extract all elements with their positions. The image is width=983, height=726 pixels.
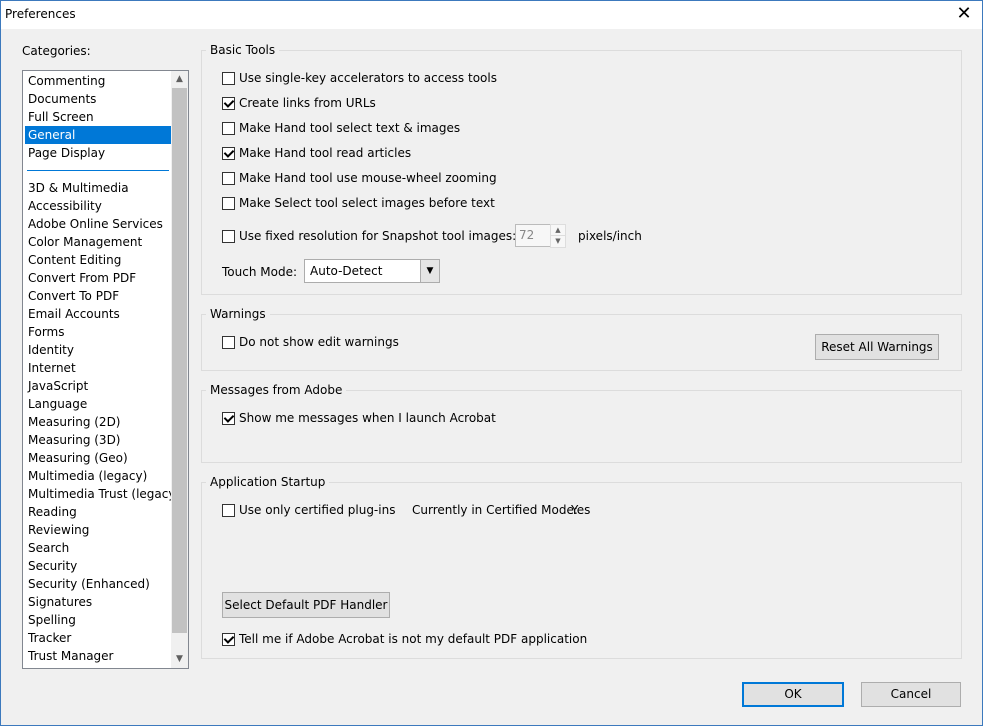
category-item[interactable]: Commenting xyxy=(25,72,171,90)
ok-button[interactable]: OK xyxy=(742,682,844,707)
category-item[interactable]: Internet xyxy=(25,359,171,377)
category-item[interactable]: Multimedia (legacy) xyxy=(25,467,171,485)
category-item[interactable]: Signatures xyxy=(25,593,171,611)
categories-list[interactable]: Commenting Documents Full Screen General Pag… xyxy=(22,70,189,669)
checkbox-label: Make Hand tool use mouse-wheel zooming xyxy=(239,171,497,185)
checkbox-label: Use single-key accelerators to access to… xyxy=(239,71,497,85)
fixed-snapshot-resolution-checkbox[interactable]: Use fixed resolution for Snapshot tool i… xyxy=(222,229,516,243)
category-separator xyxy=(27,170,169,171)
categories-label: Categories: xyxy=(22,44,91,58)
category-item[interactable]: 3D & Multimedia xyxy=(25,179,171,197)
touch-mode-select[interactable]: Auto-Detect ▼ xyxy=(304,259,440,283)
categories-scrollbar[interactable]: ▲ ▼ xyxy=(171,71,188,668)
resolution-unit: pixels/inch xyxy=(578,229,642,243)
messages-group xyxy=(201,390,962,463)
basic-tools-title: Basic Tools xyxy=(206,43,280,57)
category-item[interactable]: Security (Enhanced) xyxy=(25,575,171,593)
hand-select-text-checkbox[interactable]: Make Hand tool select text & images xyxy=(222,121,460,135)
checkbox-box[interactable] xyxy=(222,632,235,646)
checkbox-box[interactable] xyxy=(222,411,235,425)
checkbox-box[interactable] xyxy=(222,96,235,110)
chevron-down-icon[interactable]: ▼ xyxy=(420,260,439,282)
window-title: Preferences xyxy=(5,7,76,21)
title-bar: Preferences ✕ xyxy=(1,1,982,29)
cancel-button[interactable]: Cancel xyxy=(861,682,961,707)
show-messages-checkbox[interactable]: Show me messages when I launch Acrobat xyxy=(222,411,496,425)
hand-read-articles-checkbox[interactable]: Make Hand tool read articles xyxy=(222,146,411,160)
category-item[interactable]: Full Screen xyxy=(25,108,171,126)
category-item[interactable]: Color Management xyxy=(25,233,171,251)
category-item[interactable]: Measuring (Geo) xyxy=(25,449,171,467)
category-item[interactable]: Measuring (2D) xyxy=(25,413,171,431)
category-item[interactable]: Convert From PDF xyxy=(25,269,171,287)
category-item[interactable]: Adobe Online Services xyxy=(25,215,171,233)
edit-warnings-checkbox[interactable]: Do not show edit warnings xyxy=(222,335,399,349)
category-item[interactable]: JavaScript xyxy=(25,377,171,395)
create-links-checkbox[interactable]: Create links from URLs xyxy=(222,96,376,110)
category-item[interactable]: Reading xyxy=(25,503,171,521)
select-default-pdf-handler-button[interactable]: Select Default PDF Handler xyxy=(222,592,390,618)
category-item[interactable]: Multimedia Trust (legacy) xyxy=(25,485,180,503)
checkbox-label: Make Select tool select images before te… xyxy=(239,196,495,210)
reset-all-warnings-button[interactable]: Reset All Warnings xyxy=(815,334,939,360)
category-item[interactable]: Language xyxy=(25,395,171,413)
startup-title: Application Startup xyxy=(206,475,330,489)
categories-items: Commenting Documents Full Screen General Pag… xyxy=(25,72,180,665)
category-item[interactable]: Forms xyxy=(25,323,171,341)
spin-down-icon[interactable]: ▼ xyxy=(550,235,566,248)
certified-plugins-checkbox[interactable]: Use only certified plug-ins xyxy=(222,503,395,517)
checkbox-label: Tell me if Adobe Acrobat is not my defau… xyxy=(239,632,588,646)
checkbox-box[interactable] xyxy=(222,146,235,160)
checkbox-box[interactable] xyxy=(222,71,235,85)
certified-mode-label: Currently in Certified Mode: xyxy=(412,503,578,517)
category-item[interactable]: Documents xyxy=(25,90,171,108)
checkbox-box[interactable] xyxy=(222,196,235,210)
single-key-accelerators-checkbox[interactable]: Use single-key accelerators to access to… xyxy=(222,71,497,85)
touch-mode-label: Touch Mode: xyxy=(222,265,297,279)
category-item[interactable]: Search xyxy=(25,539,171,557)
certified-mode-value: Yes xyxy=(571,503,591,517)
category-item[interactable]: Page Display xyxy=(25,144,171,162)
category-item[interactable]: Measuring (3D) xyxy=(25,431,171,449)
checkbox-label: Show me messages when I launch Acrobat xyxy=(239,411,496,425)
checkbox-box[interactable] xyxy=(222,503,235,517)
checkbox-label: Do not show edit warnings xyxy=(239,335,399,349)
category-item[interactable]: Email Accounts xyxy=(25,305,171,323)
scroll-up-icon[interactable]: ▲ xyxy=(171,71,188,88)
checkbox-box[interactable] xyxy=(222,335,235,349)
checkbox-box[interactable] xyxy=(222,171,235,185)
category-item[interactable]: General xyxy=(25,126,171,144)
category-item[interactable]: Reviewing xyxy=(25,521,171,539)
checkbox-label: Make Hand tool select text & images xyxy=(239,121,461,135)
checkbox-box[interactable] xyxy=(222,121,235,135)
touch-mode-value: Auto-Detect xyxy=(310,264,383,278)
checkbox-box[interactable] xyxy=(222,229,235,243)
hand-wheel-zoom-checkbox[interactable]: Make Hand tool use mouse-wheel zooming xyxy=(222,171,497,185)
default-pdf-app-checkbox[interactable]: Tell me if Adobe Acrobat is not my defau… xyxy=(222,632,587,646)
category-item[interactable]: Convert To PDF xyxy=(25,287,171,305)
checkbox-label: Use fixed resolution for Snapshot tool i… xyxy=(239,229,517,243)
category-item[interactable]: Accessibility xyxy=(25,197,171,215)
messages-title: Messages from Adobe xyxy=(206,383,347,397)
checkbox-label: Use only certified plug-ins xyxy=(239,503,396,517)
checkbox-label: Create links from URLs xyxy=(239,96,376,110)
category-item[interactable]: Trust Manager xyxy=(25,647,171,665)
scrollbar-thumb[interactable] xyxy=(172,88,187,633)
category-item[interactable]: Tracker xyxy=(25,629,171,647)
select-images-first-checkbox[interactable]: Make Select tool select images before te… xyxy=(222,196,495,210)
category-item[interactable]: Spelling xyxy=(25,611,171,629)
category-item[interactable]: Identity xyxy=(25,341,171,359)
resolution-input[interactable]: 72 xyxy=(515,224,553,247)
warnings-title: Warnings xyxy=(206,307,270,321)
category-item[interactable]: Security xyxy=(25,557,171,575)
category-item[interactable]: Content Editing xyxy=(25,251,171,269)
close-icon[interactable]: ✕ xyxy=(954,4,974,24)
scroll-down-icon[interactable]: ▼ xyxy=(171,651,188,668)
checkbox-label: Make Hand tool read articles xyxy=(239,146,412,160)
